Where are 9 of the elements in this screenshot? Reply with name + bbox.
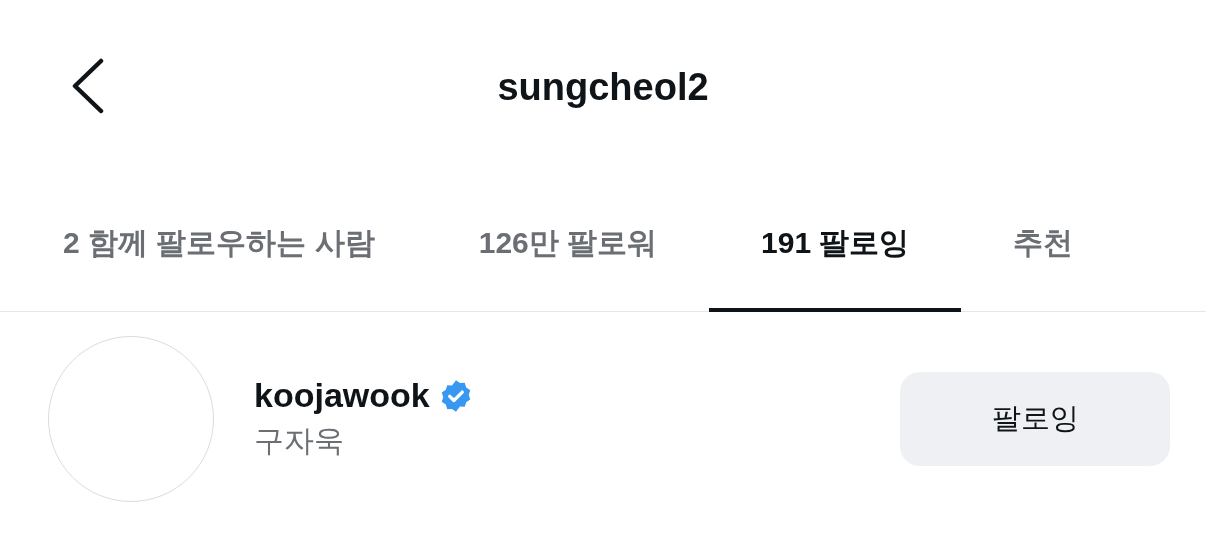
back-icon[interactable]	[70, 58, 104, 114]
tab[interactable]: 추천	[961, 175, 1126, 311]
user-name[interactable]: koojawook	[254, 376, 430, 415]
tab[interactable]: 191 팔로잉	[709, 175, 962, 311]
display-name: 구자욱	[254, 423, 345, 459]
following-button[interactable]: 팔로잉	[900, 372, 1170, 466]
tab[interactable]: 2 함께 팔로우하는 사람	[11, 175, 427, 311]
tab[interactable]: 126만 팔로워	[426, 175, 710, 311]
profile-title: sungcheol2	[497, 66, 709, 109]
